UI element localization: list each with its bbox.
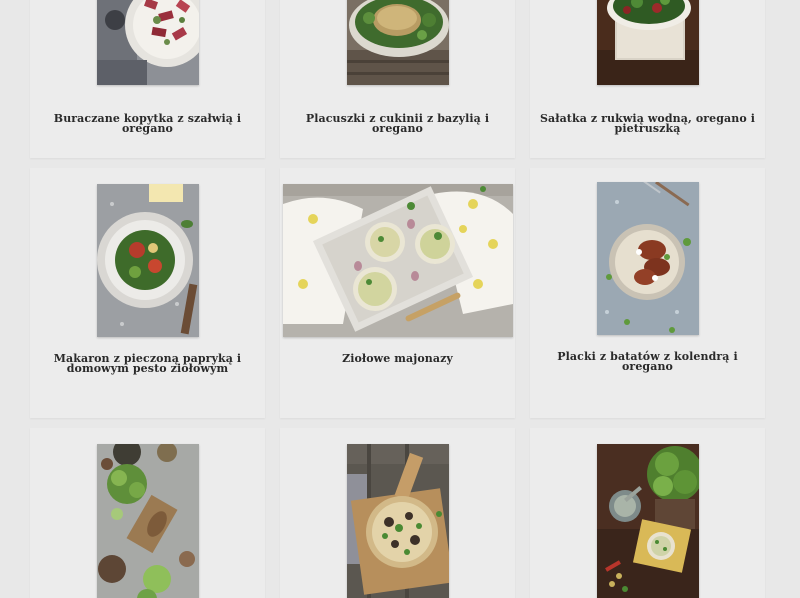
recipe-photo[interactable] [346,444,449,598]
recipe-photo[interactable] [596,182,699,335]
recipe-photo[interactable] [96,0,199,85]
recipe-photo[interactable] [96,444,199,598]
recipe-title[interactable]: Placuszki z cukinii z bazylią i oregano [288,113,507,134]
recipe-grid-page: Buraczane kopytka z szałwią i oregano Pl… [0,0,800,598]
recipe-photo[interactable] [282,184,513,337]
recipe-card[interactable]: Placuszki z cukinii z bazylią i oregano [280,0,515,158]
recipe-card[interactable]: Ziołowe majonazy [280,168,515,418]
recipe-title[interactable]: Ziołowe majonazy [288,353,507,364]
recipe-photo[interactable] [596,0,699,85]
recipe-card[interactable] [280,428,515,598]
recipe-card[interactable]: Buraczane kopytka z szałwią i oregano [30,0,265,158]
recipe-card[interactable] [30,428,265,598]
recipe-card[interactable]: Sałatka z rukwią wodną, oregano i pietru… [530,0,765,158]
recipe-title[interactable]: Buraczane kopytka z szałwią i oregano [38,113,257,134]
recipe-photo[interactable] [96,184,199,337]
recipe-card[interactable]: Makaron z pieczoną papryką i domowym pes… [30,168,265,418]
recipe-photo[interactable] [596,444,699,598]
recipe-title[interactable]: Makaron z pieczoną papryką i domowym pes… [38,353,257,374]
recipe-photo[interactable] [346,0,449,85]
recipe-card[interactable]: Placki z batatów z kolendrą i oregano [530,168,765,418]
recipe-title[interactable]: Placki z batatów z kolendrą i oregano [538,351,757,372]
recipe-grid: Buraczane kopytka z szałwią i oregano Pl… [30,0,770,598]
recipe-card[interactable] [530,428,765,598]
recipe-title[interactable]: Sałatka z rukwią wodną, oregano i pietru… [538,113,757,134]
